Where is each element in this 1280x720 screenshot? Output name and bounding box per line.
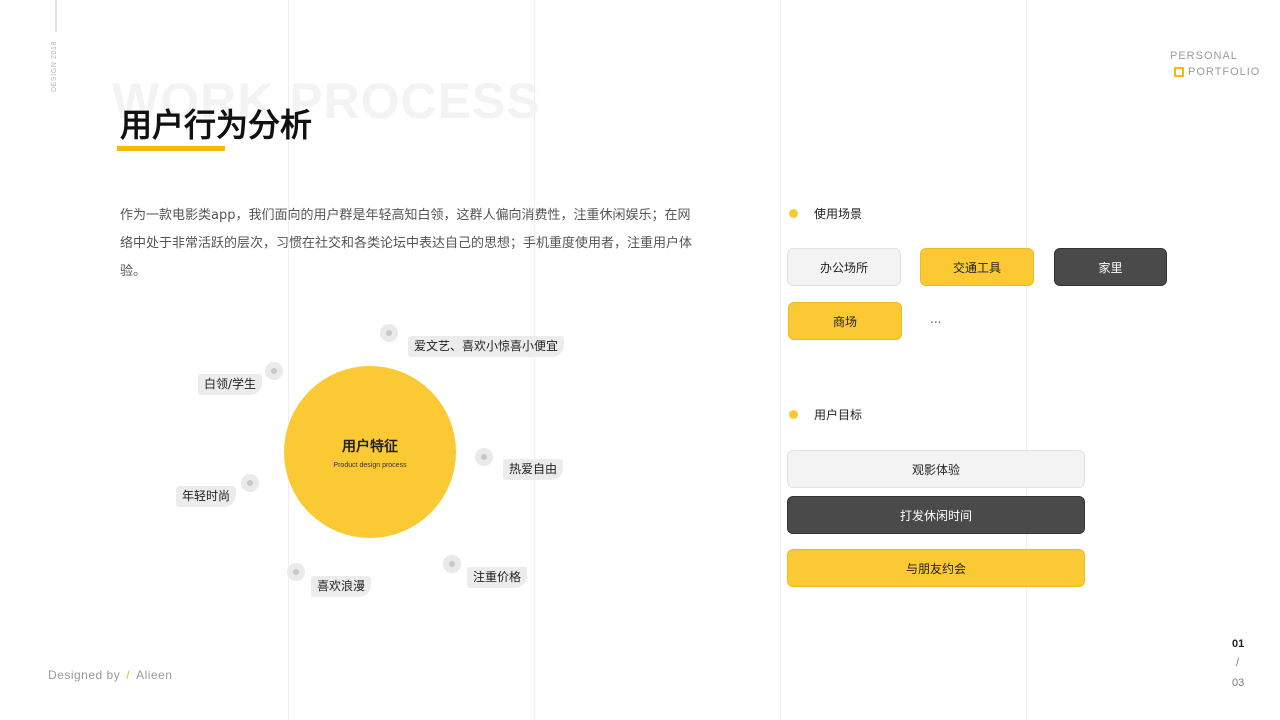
side-vertical-text: DESIGN 2018 xyxy=(51,41,58,92)
footer-author: Alieen xyxy=(136,668,173,682)
target-dot-icon xyxy=(443,555,461,573)
trait-tag: 注重价格 xyxy=(467,567,528,588)
trait-tag: 喜欢浪漫 xyxy=(311,576,372,597)
scene-transport-button[interactable]: 交通工具 xyxy=(920,248,1034,286)
goal-dating-button[interactable]: 与朋友约会 xyxy=(787,549,1085,587)
scenes-label: 使用场景 xyxy=(814,207,863,221)
page-title: 用户行为分析 xyxy=(120,106,313,144)
trait-tag: 年轻时尚 xyxy=(176,486,237,507)
footer-designed-by: Designed by xyxy=(48,668,121,682)
trait-tag: 热爱自由 xyxy=(503,459,564,480)
side-marker xyxy=(55,0,57,32)
target-dot-icon xyxy=(265,362,283,380)
scenes-more: ... xyxy=(930,312,942,326)
trait-tag: 爱文艺、喜欢小惊喜小便宜 xyxy=(408,336,565,357)
page-separator: / xyxy=(1236,657,1240,669)
circle-subtitle: Product design process xyxy=(333,461,407,469)
footer-credit: Designed by / Alieen xyxy=(48,668,172,682)
brand-portfolio: PORTFOLIO xyxy=(1174,66,1260,78)
trait-tag: 白领/学生 xyxy=(198,374,263,395)
target-dot-icon xyxy=(380,324,398,342)
circle-title: 用户特征 xyxy=(342,438,398,455)
goal-leisure-button[interactable]: 打发休闲时间 xyxy=(787,496,1085,534)
grid-line xyxy=(1026,0,1027,720)
grid-line xyxy=(780,0,781,720)
goals-label: 用户目标 xyxy=(814,408,863,422)
target-dot-icon xyxy=(287,563,305,581)
brand-portfolio-label: PORTFOLIO xyxy=(1188,66,1261,78)
goal-viewing-button[interactable]: 观影体验 xyxy=(787,450,1085,488)
scene-mall-button[interactable]: 商场 xyxy=(788,302,902,340)
page-total: 03 xyxy=(1232,677,1245,689)
footer-slash: / xyxy=(126,668,131,682)
description-paragraph: 作为一款电影类app，我们面向的用户群是年轻高知白领，这群人偏向消费性，注重休闲… xyxy=(120,208,693,279)
target-dot-icon xyxy=(241,474,259,492)
section-bullet xyxy=(789,209,798,218)
section-bullet xyxy=(789,410,798,419)
target-dot-icon xyxy=(475,448,493,466)
scene-home-button[interactable]: 家里 xyxy=(1054,248,1167,286)
user-traits-circle: 用户特征 Product design process xyxy=(284,366,456,538)
page-current: 01 xyxy=(1232,638,1245,650)
title-underline xyxy=(117,146,225,151)
scene-office-button[interactable]: 办公场所 xyxy=(787,248,901,286)
brand-personal: PERSONAL xyxy=(1170,50,1238,62)
square-icon xyxy=(1174,67,1184,77)
